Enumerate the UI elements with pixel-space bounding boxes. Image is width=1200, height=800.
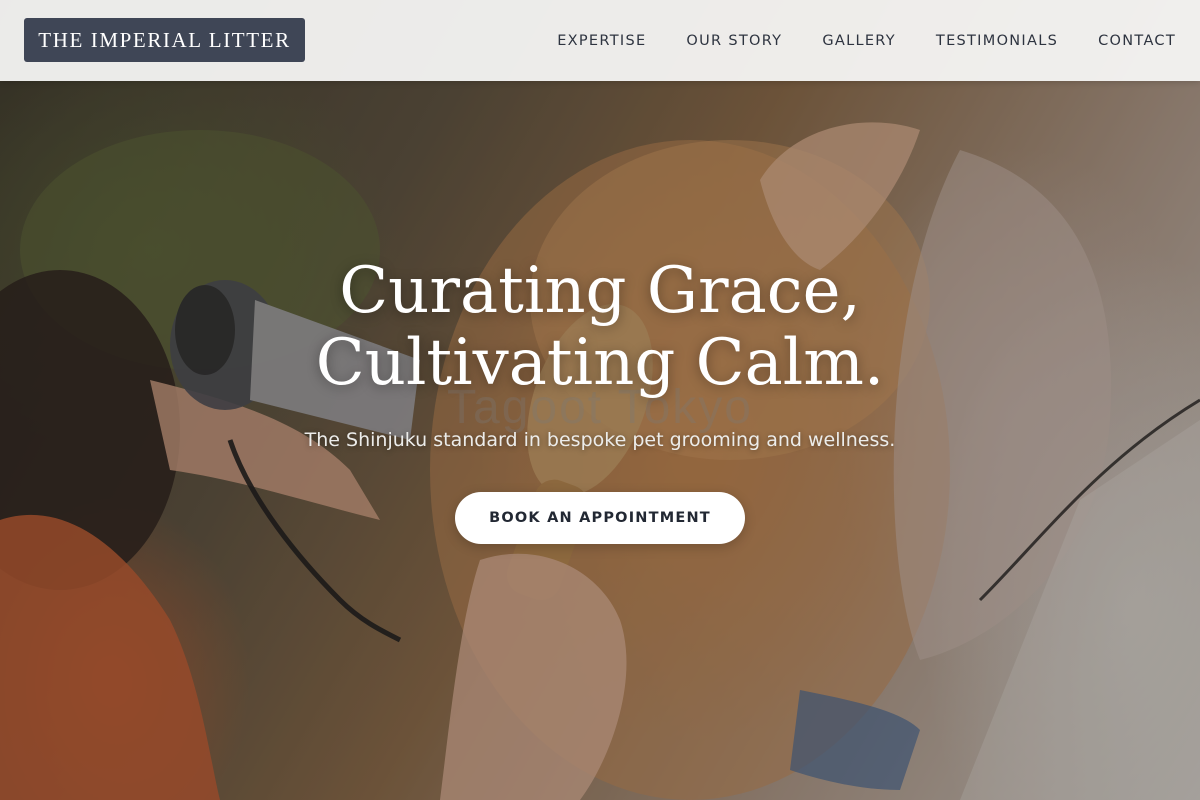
hero-section: Tagoot Tokyo Curating Grace, Cultivating…	[0, 0, 1200, 800]
hero-headline: Curating Grace, Cultivating Calm.	[0, 255, 1200, 399]
nav-link-our-story[interactable]: OUR STORY	[686, 33, 782, 49]
brand-logo[interactable]: THE IMPERIAL LITTER	[24, 18, 305, 62]
nav-link-contact[interactable]: CONTACT	[1098, 33, 1176, 49]
hero-headline-line-2: Cultivating Calm.	[315, 326, 885, 400]
book-appointment-button[interactable]: BOOK AN APPOINTMENT	[455, 492, 745, 544]
nav-link-gallery[interactable]: GALLERY	[822, 33, 896, 49]
site-header: THE IMPERIAL LITTER EXPERTISE OUR STORY …	[0, 0, 1200, 81]
hero-headline-line-1: Curating Grace,	[339, 254, 861, 328]
nav-link-expertise[interactable]: EXPERTISE	[557, 33, 646, 49]
hero-copy: Curating Grace, Cultivating Calm. The Sh…	[0, 255, 1200, 451]
nav-link-testimonials[interactable]: TESTIMONIALS	[936, 33, 1058, 49]
main-nav: EXPERTISE OUR STORY GALLERY TESTIMONIALS…	[557, 0, 1176, 81]
hero-subheadline: The Shinjuku standard in bespoke pet gro…	[304, 429, 896, 451]
